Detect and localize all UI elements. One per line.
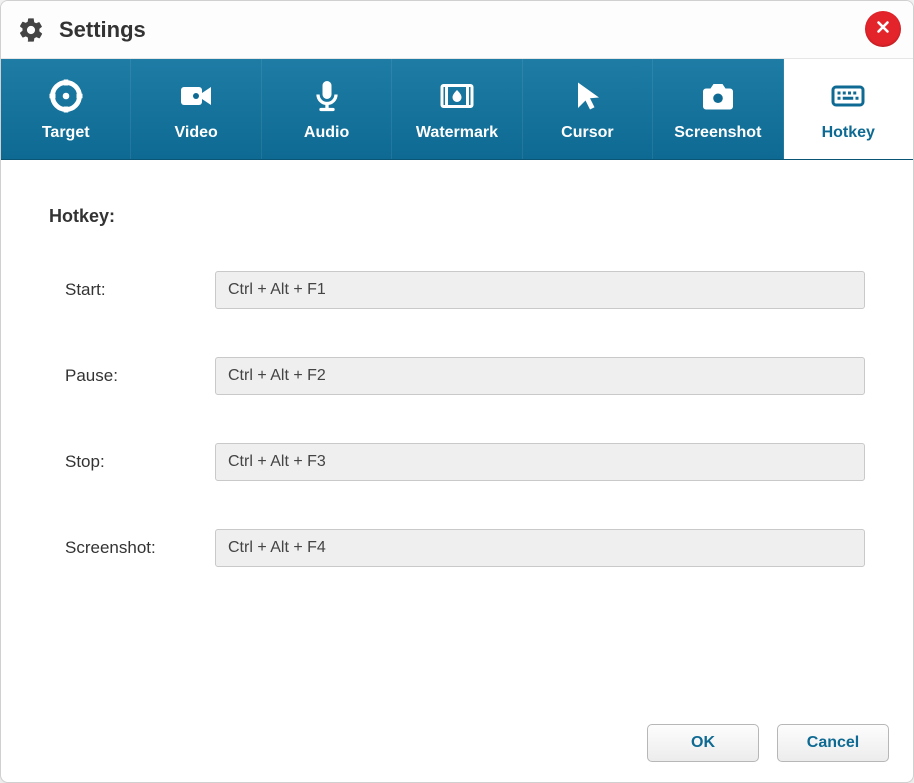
section-title: Hotkey: [49, 206, 865, 227]
input-stop[interactable] [215, 443, 865, 481]
label-start: Start: [65, 280, 215, 300]
cursor-icon [569, 76, 605, 116]
tabbar: Target Video Audio Watermark Cursor [1, 59, 913, 160]
camera-icon [700, 76, 736, 116]
label-screenshot: Screenshot: [65, 538, 215, 558]
tab-label: Video [174, 124, 217, 142]
footer: OK Cancel [647, 724, 889, 762]
tab-label: Screenshot [674, 124, 761, 142]
close-button[interactable] [865, 11, 901, 47]
row-start: Start: [49, 271, 865, 309]
keyboard-icon [830, 76, 866, 116]
microphone-icon [309, 76, 345, 116]
label-pause: Pause: [65, 366, 215, 386]
cancel-button[interactable]: Cancel [777, 724, 889, 762]
row-stop: Stop: [49, 443, 865, 481]
titlebar: Settings [1, 1, 913, 59]
row-screenshot: Screenshot: [49, 529, 865, 567]
tab-label: Watermark [416, 124, 498, 142]
tab-label: Target [42, 124, 90, 142]
gear-icon [17, 16, 45, 44]
tab-cursor[interactable]: Cursor [523, 59, 653, 159]
tab-hotkey[interactable]: Hotkey [784, 59, 913, 159]
tab-label: Hotkey [822, 124, 875, 142]
ok-button[interactable]: OK [647, 724, 759, 762]
label-stop: Stop: [65, 452, 215, 472]
input-pause[interactable] [215, 357, 865, 395]
row-pause: Pause: [49, 357, 865, 395]
tab-target[interactable]: Target [1, 59, 131, 159]
watermark-icon [439, 76, 475, 116]
settings-window: Settings Target Video Audio [0, 0, 914, 783]
tab-watermark[interactable]: Watermark [392, 59, 522, 159]
tab-label: Cursor [561, 124, 613, 142]
window-title: Settings [59, 17, 146, 43]
tab-audio[interactable]: Audio [262, 59, 392, 159]
content-panel: Hotkey: Start: Pause: Stop: Screenshot: [1, 160, 913, 635]
close-icon [874, 18, 892, 41]
target-icon [48, 76, 84, 116]
tab-label: Audio [304, 124, 349, 142]
input-screenshot[interactable] [215, 529, 865, 567]
input-start[interactable] [215, 271, 865, 309]
video-icon [178, 76, 214, 116]
tab-video[interactable]: Video [131, 59, 261, 159]
tab-screenshot[interactable]: Screenshot [653, 59, 783, 159]
